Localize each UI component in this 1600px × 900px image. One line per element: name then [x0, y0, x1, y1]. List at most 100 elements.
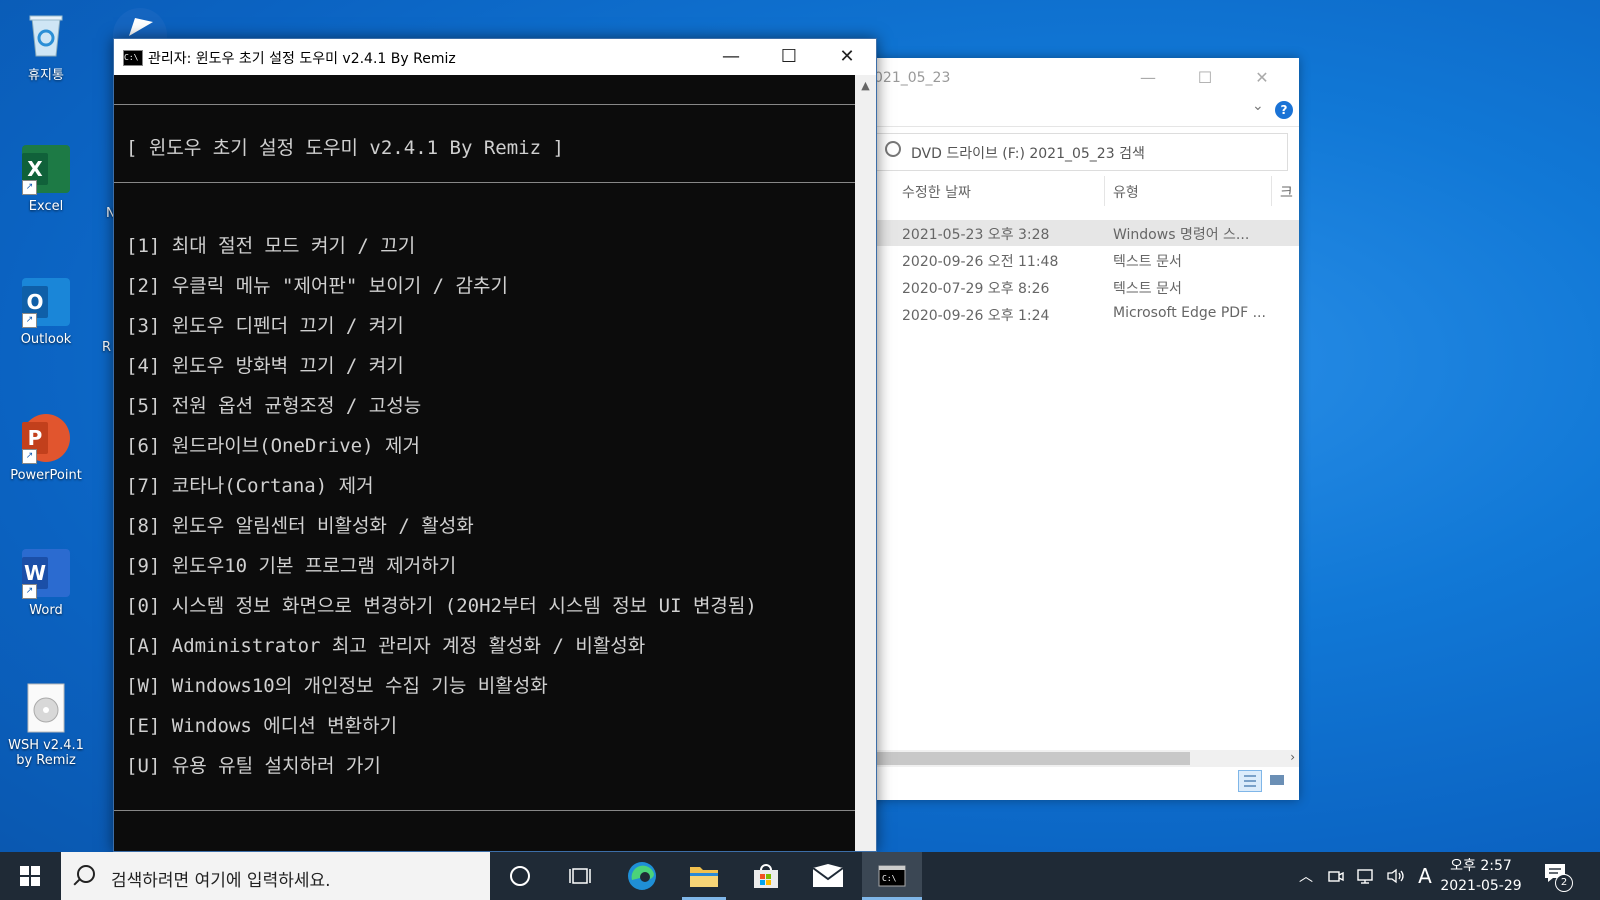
desktop-icon-label: Outlook [20, 332, 72, 347]
console-menu-item: [U] 유용 유틸 설치하러 가기 [126, 755, 381, 777]
recycle-bin-icon [20, 8, 72, 60]
console-menu-item: [3] 윈도우 디펜더 끄기 / 켜기 [126, 315, 404, 337]
desktop-icon-excel[interactable]: X ↗ Excel [1, 143, 91, 214]
svg-text:C:\: C:\ [882, 874, 897, 883]
desktop-icon-recycle-bin[interactable]: 휴지통 [1, 8, 91, 83]
cortana-button[interactable] [490, 852, 550, 900]
shortcut-arrow-icon: ↗ [22, 449, 37, 464]
powerpoint-icon: P ↗ [20, 412, 72, 464]
console-menu-item: [5] 전원 옵션 균형조정 / 고성능 [126, 395, 422, 417]
help-icon[interactable]: ? [1275, 101, 1293, 119]
scroll-up-arrow-icon[interactable]: ▲ [855, 75, 876, 96]
column-separator [1104, 176, 1105, 206]
explorer-divider [870, 126, 1299, 127]
explorer-maximize-button[interactable]: ☐ [1185, 64, 1225, 92]
notification-count-badge: 2 [1555, 874, 1573, 892]
file-date: 2020-09-26 오후 1:24 [902, 308, 1050, 324]
console-menu-item: [4] 윈도우 방화벽 끄기 / 켜기 [126, 355, 404, 377]
console-menu-item: [0] 시스템 정보 화면으로 변경하기 (20H2부터 시스템 정보 UI 변… [126, 595, 757, 617]
volume-button[interactable] [1382, 852, 1410, 900]
console-separator [114, 104, 855, 105]
arrow-icon [129, 18, 153, 36]
scroll-right-arrow-icon[interactable]: › [1290, 750, 1295, 764]
explorer-search-box[interactable]: DVD 드라이브 (F:) 2021_05_23 검색 [876, 133, 1288, 171]
explorer-minimize-button[interactable]: — [1128, 64, 1168, 92]
task-view-button[interactable] [550, 852, 610, 900]
console-output[interactable]: [ 윈도우 초기 설정 도우미 v2.4.1 By Remiz ] [1] 최대… [114, 75, 855, 851]
desktop-icon-label: WSH v2.4.1 [8, 738, 84, 753]
cortana-circle-icon [510, 866, 530, 886]
file-row[interactable]: 2020-09-26 오전 11:48 텍스트 문서 [870, 247, 1299, 273]
ribbon-expand-chevron-icon[interactable]: ⌄ [1252, 98, 1264, 114]
console-title-bar[interactable]: C:\ 관리자: 윈도우 초기 설정 도우미 v2.4.1 By Remiz —… [114, 39, 876, 75]
camera-icon [1328, 871, 1344, 882]
shortcut-arrow-icon: ↗ [22, 180, 37, 195]
disc-file-icon [20, 682, 72, 734]
folder-icon [690, 867, 718, 887]
edge-taskbar-button[interactable] [612, 852, 672, 900]
network-button[interactable] [1352, 852, 1380, 900]
meet-now-button[interactable] [1322, 852, 1350, 900]
shortcut-arrow-icon: ↗ [22, 313, 37, 328]
scrollbar-thumb[interactable] [870, 752, 1190, 765]
edge-browser-icon [628, 862, 656, 890]
desktop-icon-label: 휴지통 [28, 68, 64, 83]
input-method-indicator[interactable]: A [1412, 852, 1438, 900]
desktop-icon-wsh[interactable]: WSH v2.4.1 by Remiz [1, 682, 91, 768]
outlook-icon: O ↗ [20, 276, 72, 328]
column-header-size[interactable]: 크 [1280, 182, 1293, 202]
file-explorer-window[interactable]: 021_05_23 — ☐ ✕ ⌄ ? DVD 드라이브 (F:) 2021_0… [870, 58, 1299, 800]
taskbar-search-box[interactable]: 검색하려면 여기에 입력하세요. [61, 852, 490, 900]
console-menu-item: [2] 우클릭 메뉴 "제어판" 보이기 / 감추기 [126, 275, 508, 297]
file-row[interactable]: 2020-09-26 오후 1:24 Microsoft Edge PDF ..… [870, 301, 1299, 327]
column-header-date[interactable]: 수정한 날짜 [902, 182, 971, 202]
action-center-button[interactable]: 2 [1543, 862, 1573, 892]
console-taskbar-button[interactable]: C:\ [862, 852, 922, 900]
console-menu-item: [1] 최대 절전 모드 켜기 / 끄기 [126, 235, 416, 257]
word-icon: W ↗ [20, 547, 72, 599]
console-minimize-button[interactable]: — [702, 39, 760, 75]
column-separator [1271, 176, 1272, 206]
start-button[interactable] [0, 852, 60, 900]
column-header-type[interactable]: 유형 [1113, 182, 1139, 202]
chevron-up-icon: ︿ [1299, 869, 1313, 885]
store-taskbar-button[interactable] [736, 852, 796, 900]
windows-logo-icon [20, 866, 40, 886]
shortcut-arrow-icon: ↗ [22, 584, 37, 599]
desktop-icon-word[interactable]: W ↗ Word [1, 547, 91, 618]
console-menu-item: [E] Windows 에디션 변환하기 [126, 715, 398, 737]
console-close-button[interactable]: ✕ [818, 39, 876, 75]
mail-taskbar-button[interactable] [798, 852, 858, 900]
store-bag-icon [754, 864, 778, 888]
desktop-icon-powerpoint[interactable]: P ↗ PowerPoint [1, 412, 91, 483]
console-menu-item: [9] 윈도우10 기본 프로그램 제거하기 [126, 555, 457, 577]
console-app-icon: C:\ [123, 50, 143, 66]
desktop-icon-outlook[interactable]: O ↗ Outlook [1, 276, 91, 347]
large-icons-view-icon[interactable] [1266, 770, 1288, 790]
console-menu-item: [7] 코타나(Cortana) 제거 [126, 475, 374, 497]
console-vertical-scrollbar[interactable]: ▲ [855, 75, 876, 851]
file-date: 2020-09-26 오전 11:48 [902, 254, 1059, 270]
desktop-icon-label: by Remiz [16, 753, 76, 768]
console-window[interactable]: C:\ 관리자: 윈도우 초기 설정 도우미 v2.4.1 By Remiz —… [113, 38, 877, 852]
show-hidden-icons-button[interactable]: ︿ [1292, 852, 1320, 900]
search-icon [885, 141, 901, 157]
horizontal-scrollbar[interactable]: › [870, 750, 1299, 767]
console-maximize-button[interactable]: ☐ [760, 39, 818, 75]
file-explorer-taskbar-button[interactable] [674, 852, 734, 900]
file-row[interactable]: 2020-07-29 오후 8:26 텍스트 문서 [870, 274, 1299, 300]
mail-envelope-icon [812, 864, 844, 887]
file-date: 2020-07-29 오후 8:26 [902, 281, 1050, 297]
file-row[interactable]: 2021-05-23 오후 3:28 Windows 명령어 스... [870, 220, 1299, 246]
explorer-close-button[interactable]: ✕ [1242, 64, 1282, 92]
task-view-icon [569, 868, 591, 884]
console-menu-item: [8] 윈도우 알림센터 비활성화 / 활성화 [126, 515, 474, 537]
console-menu-item: [6] 원드라이브(OneDrive) 제거 [126, 435, 420, 457]
details-view-icon[interactable] [1238, 770, 1262, 792]
taskbar-clock[interactable]: 오후 2:57 2021-05-29 [1440, 856, 1522, 896]
partial-desktop-label: R [102, 340, 112, 355]
partial-desktop-icon-top[interactable] [113, 8, 167, 38]
file-type: 텍스트 문서 [1113, 281, 1182, 297]
terminal-icon: C:\ [878, 865, 906, 887]
clock-date: 2021-05-29 [1440, 878, 1522, 894]
